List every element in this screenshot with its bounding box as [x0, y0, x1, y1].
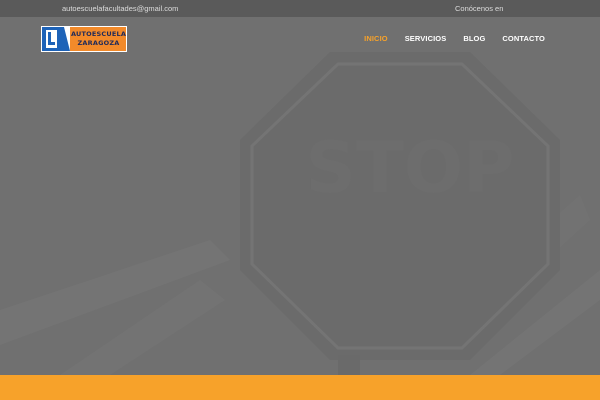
svg-text:STOP: STOP	[306, 127, 515, 209]
nav-item-contacto[interactable]: CONTACTO	[502, 34, 545, 43]
logo-line-1: AUTOESCUELAS	[71, 30, 127, 38]
site-logo[interactable]: AUTOESCUELAS ZARAGOZA	[41, 26, 127, 52]
l-plate-logo-icon	[42, 27, 70, 51]
nav-item-blog[interactable]: BLOG	[463, 34, 485, 43]
main-navigation: INICIO SERVICIOS BLOG CONTACTO	[347, 34, 545, 43]
nav-item-servicios[interactable]: SERVICIOS	[405, 34, 447, 43]
hero-background-stop-sign-image: STOP	[0, 0, 600, 375]
logo-line-2: ZARAGOZA	[77, 38, 120, 47]
nav-item-inicio[interactable]: INICIO	[364, 34, 388, 43]
contact-email-link[interactable]: autoescuelafacultades@gmail.com	[62, 4, 178, 13]
top-bar: autoescuelafacultades@gmail.com Conóceno…	[0, 0, 600, 17]
orange-footer-band	[0, 375, 600, 400]
social-label: Conócenos en	[455, 4, 504, 13]
page: STOP autoescuelafacultades@gmail.com Con…	[0, 0, 600, 400]
logo-wordmark: AUTOESCUELAS ZARAGOZA	[71, 30, 126, 47]
